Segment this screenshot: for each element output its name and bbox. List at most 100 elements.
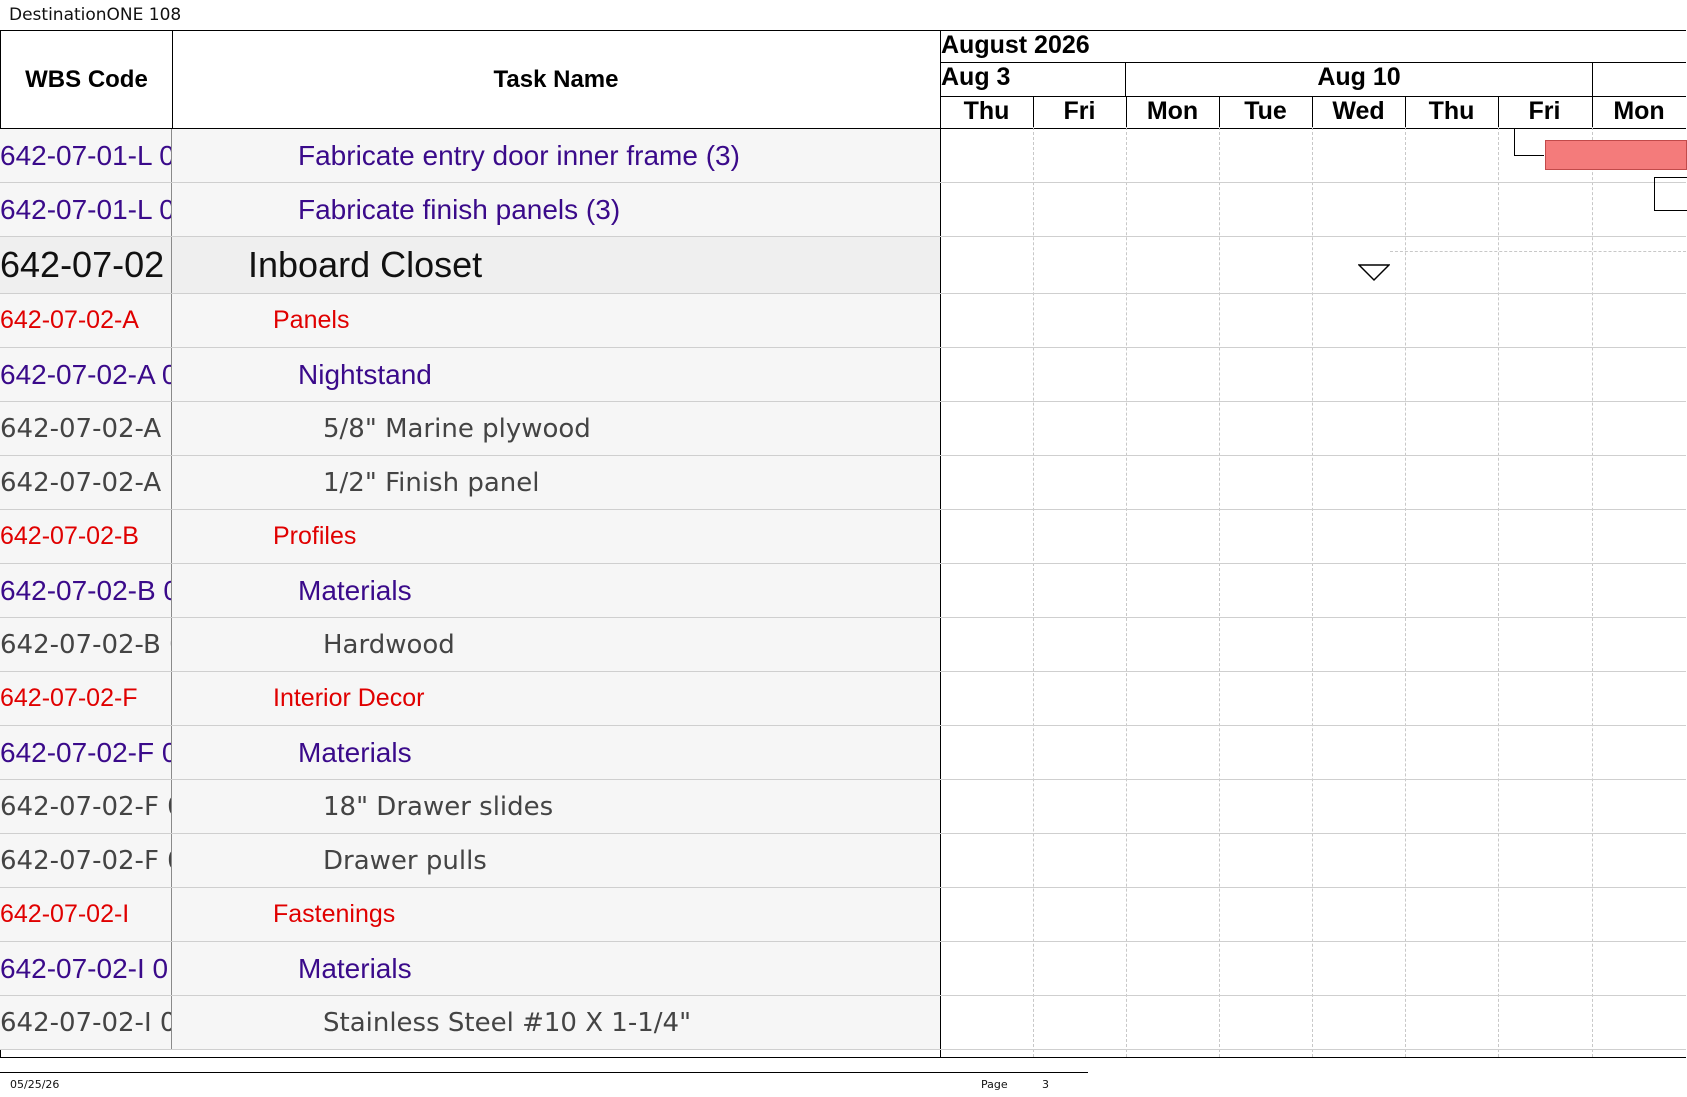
- wbs-code-cell[interactable]: 642-07-02-B 0: [0, 564, 172, 617]
- day-label: Wed: [1332, 97, 1385, 125]
- gantt-row[interactable]: [940, 780, 1686, 834]
- footer-page-label: Page: [981, 1078, 1008, 1091]
- timescale-month: August 2026: [941, 31, 1090, 59]
- table-row[interactable]: 642-07-02-A 011/2" Finish panel: [0, 456, 940, 510]
- table-row[interactable]: 642-07-02-I Fastenings: [0, 888, 940, 942]
- task-name-cell[interactable]: 1/2" Finish panel: [173, 456, 539, 509]
- table-row[interactable]: 642-07-02-A 0 Nightstand: [0, 348, 940, 402]
- table-row[interactable]: 642-07-02-F 01Drawer pulls: [0, 834, 940, 888]
- day-divider: [1592, 97, 1593, 128]
- table-row[interactable]: 642-07-02-A 015/8" Marine plywood: [0, 402, 940, 456]
- task-name-cell[interactable]: Panels: [173, 294, 349, 347]
- task-name-cell[interactable]: Nightstand: [173, 348, 432, 401]
- gantt-row[interactable]: [940, 456, 1686, 510]
- table-row[interactable]: 642-07-02-B 0 Materials: [0, 564, 940, 618]
- day-label: Mon: [1613, 97, 1665, 125]
- task-name-cell[interactable]: Interior Decor: [173, 672, 424, 725]
- day-divider: [1033, 97, 1034, 128]
- day-divider: [1126, 97, 1127, 128]
- day-label: Fri: [1063, 97, 1096, 125]
- wbs-code-cell[interactable]: 642-07-02-A 01: [0, 456, 172, 509]
- footer-date: 05/25/26: [10, 1078, 60, 1091]
- table-row[interactable]: 642-07-02-B 01Hardwood: [0, 618, 940, 672]
- gantt-row[interactable]: [940, 402, 1686, 456]
- footer-divider: [0, 1072, 1088, 1073]
- task-name-cell[interactable]: Fabricate finish panels (3): [173, 183, 620, 236]
- gantt-row[interactable]: [940, 618, 1686, 672]
- wbs-code-cell[interactable]: 642-07-02-B 01: [0, 618, 172, 671]
- task-name-cell[interactable]: 18" Drawer slides: [173, 780, 553, 833]
- task-name-cell[interactable]: Materials: [173, 564, 412, 617]
- wbs-code-cell[interactable]: 642-07-01-L 0: [0, 129, 172, 182]
- gantt-row[interactable]: [940, 672, 1686, 726]
- table-row[interactable]: 642-07-02-F 0 Materials: [0, 726, 940, 780]
- wbs-code-cell[interactable]: 642-07-02-A: [0, 294, 172, 347]
- summary-dashed-line: [1390, 251, 1686, 252]
- task-name-cell[interactable]: 5/8" Marine plywood: [173, 402, 591, 455]
- timescale-week-aug10: Aug 10: [1317, 63, 1401, 91]
- gantt-row[interactable]: [940, 834, 1686, 888]
- task-name-cell[interactable]: Materials: [173, 942, 412, 995]
- successor-link-line: [1654, 177, 1687, 211]
- wbs-code-cell[interactable]: 642-07-02-A 0: [0, 348, 172, 401]
- task-name-cell[interactable]: Materials: [173, 726, 412, 779]
- timescale-week-aug3: Aug 3: [941, 63, 1011, 91]
- wbs-code-cell[interactable]: 642-07-01-L 0: [0, 183, 172, 236]
- wbs-code-cell[interactable]: 642-07-02-F 01: [0, 834, 172, 887]
- task-name-cell[interactable]: Drawer pulls: [173, 834, 487, 887]
- week-divider: [1592, 63, 1593, 97]
- gantt-row[interactable]: [940, 183, 1686, 237]
- table-row[interactable]: 642-07-02-B Profiles: [0, 510, 940, 564]
- gantt-row[interactable]: [940, 942, 1686, 996]
- wbs-code-cell[interactable]: 642-07-02-I: [0, 888, 172, 941]
- table-row[interactable]: 642-07-02 Inboard Closet: [0, 237, 940, 294]
- day-label: Fri: [1528, 97, 1561, 125]
- predecessor-link-line: [1514, 155, 1544, 156]
- gantt-row[interactable]: [940, 510, 1686, 564]
- header-divider: [172, 30, 173, 128]
- summary-milestone-icon[interactable]: [1358, 264, 1390, 282]
- gantt-row[interactable]: [940, 726, 1686, 780]
- table-row[interactable]: 642-07-02-F 0118" Drawer slides: [0, 780, 940, 834]
- task-column-header[interactable]: Task Name: [173, 31, 939, 129]
- day-label: Thu: [1428, 97, 1475, 125]
- table-row[interactable]: 642-07-01-L 0 Fabricate entry door inner …: [0, 129, 940, 183]
- day-divider: [1405, 97, 1406, 128]
- task-name-cell[interactable]: Profiles: [173, 510, 356, 563]
- wbs-code-cell[interactable]: 642-07-02-I 0: [0, 942, 172, 995]
- gantt-row[interactable]: [940, 348, 1686, 402]
- gantt-row[interactable]: [940, 294, 1686, 348]
- wbs-code-cell[interactable]: 642-07-02-B: [0, 510, 172, 563]
- wbs-code-cell[interactable]: 642-07-02-I 01: [0, 996, 172, 1049]
- day-label: Mon: [1146, 97, 1199, 125]
- table-row[interactable]: 642-07-01-L 0 Fabricate finish panels (3): [0, 183, 940, 237]
- day-label: Thu: [963, 97, 1010, 125]
- wbs-code-cell[interactable]: 642-07-02-F: [0, 672, 172, 725]
- gantt-row[interactable]: [940, 564, 1686, 618]
- task-name-cell[interactable]: Stainless Steel #10 X 1-1/4": [173, 996, 691, 1049]
- table-row[interactable]: 642-07-02-I 01Stainless Steel #10 X 1-1/…: [0, 996, 940, 1050]
- gantt-row[interactable]: [940, 888, 1686, 942]
- wbs-column-header[interactable]: WBS Code: [1, 31, 172, 129]
- day-divider: [1312, 97, 1313, 128]
- wbs-code-cell[interactable]: 642-07-02-A 01: [0, 402, 172, 455]
- wbs-code-cell[interactable]: 642-07-02-F 01: [0, 780, 172, 833]
- task-name-cell[interactable]: Fabricate entry door inner frame (3): [173, 129, 740, 182]
- footer-page-number: 3: [1042, 1078, 1049, 1091]
- week-divider: [1125, 63, 1126, 97]
- wbs-code-cell[interactable]: 642-07-02-F 0: [0, 726, 172, 779]
- task-bar-fabricate-entry-door[interactable]: [1545, 140, 1687, 170]
- task-name-cell[interactable]: Fastenings: [173, 888, 395, 941]
- task-name-cell[interactable]: Hardwood: [173, 618, 455, 671]
- day-divider: [1498, 97, 1499, 128]
- table-row[interactable]: 642-07-02-A Panels: [0, 294, 940, 348]
- day-label: Tue: [1244, 97, 1287, 125]
- gantt-row[interactable]: [940, 237, 1686, 294]
- wbs-code-cell[interactable]: 642-07-02: [0, 237, 172, 293]
- document-title: DestinationONE 108: [9, 5, 182, 25]
- gantt-row[interactable]: [940, 996, 1686, 1050]
- task-name-cell[interactable]: Inboard Closet: [173, 237, 482, 293]
- table-row[interactable]: 642-07-02-I 0 Materials: [0, 942, 940, 996]
- predecessor-link-line: [1514, 129, 1515, 155]
- table-row[interactable]: 642-07-02-F Interior Decor: [0, 672, 940, 726]
